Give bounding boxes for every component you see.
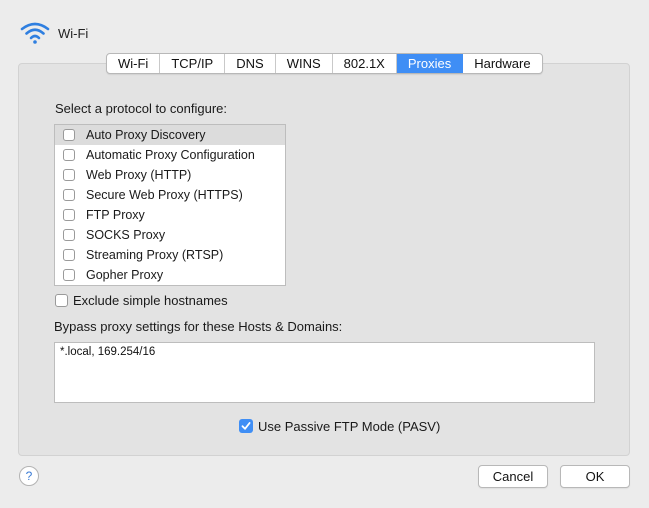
help-button[interactable]: ? xyxy=(19,466,39,486)
protocol-label: FTP Proxy xyxy=(86,208,145,222)
protocol-checkbox[interactable] xyxy=(63,229,75,241)
window-title: Wi-Fi xyxy=(58,25,89,41)
protocol-item-web-proxy[interactable]: Web Proxy (HTTP) xyxy=(55,165,285,185)
protocol-label: Auto Proxy Discovery xyxy=(86,128,206,142)
exclude-simple-hostnames-option[interactable]: Exclude simple hostnames xyxy=(55,292,228,308)
tab-wifi[interactable]: Wi-Fi xyxy=(107,54,161,73)
protocol-item-streaming-proxy[interactable]: Streaming Proxy (RTSP) xyxy=(55,245,285,265)
protocol-label: Streaming Proxy (RTSP) xyxy=(86,248,224,262)
exclude-simple-hostnames-checkbox[interactable] xyxy=(55,293,68,307)
protocol-checkbox[interactable] xyxy=(63,189,75,201)
protocol-label: Automatic Proxy Configuration xyxy=(86,148,255,162)
protocol-checkbox[interactable] xyxy=(63,209,75,221)
protocol-list: Auto Proxy Discovery Automatic Proxy Con… xyxy=(54,124,286,286)
protocol-checkbox[interactable] xyxy=(63,149,75,161)
protocol-item-socks-proxy[interactable]: SOCKS Proxy xyxy=(55,225,285,245)
checkmark-icon xyxy=(241,422,251,430)
tab-bar: Wi-Fi TCP/IP DNS WINS 802.1X Proxies Har… xyxy=(106,53,543,74)
passive-ftp-checkbox[interactable] xyxy=(239,419,253,433)
wifi-icon xyxy=(20,22,50,44)
tab-tcpip[interactable]: TCP/IP xyxy=(160,54,226,73)
passive-ftp-label: Use Passive FTP Mode (PASV) xyxy=(258,418,441,434)
protocol-item-gopher-proxy[interactable]: Gopher Proxy xyxy=(55,265,285,285)
protocol-heading: Select a protocol to configure: xyxy=(55,101,227,116)
protocol-item-auto-proxy-discovery[interactable]: Auto Proxy Discovery xyxy=(55,125,285,145)
tab-8021x[interactable]: 802.1X xyxy=(333,54,397,73)
cancel-button[interactable]: Cancel xyxy=(478,465,548,488)
bypass-hosts-textarea[interactable]: *.local, 169.254/16 xyxy=(54,342,595,403)
protocol-label: SOCKS Proxy xyxy=(86,228,166,242)
tab-proxies[interactable]: Proxies xyxy=(396,54,464,73)
protocol-item-ftp-proxy[interactable]: FTP Proxy xyxy=(55,205,285,225)
tab-hardware[interactable]: Hardware xyxy=(463,54,541,73)
protocol-checkbox[interactable] xyxy=(63,249,75,261)
protocol-checkbox[interactable] xyxy=(63,169,75,181)
protocol-label: Gopher Proxy xyxy=(86,268,164,282)
protocol-checkbox[interactable] xyxy=(63,129,75,141)
tab-dns[interactable]: DNS xyxy=(225,54,276,73)
ok-button[interactable]: OK xyxy=(560,465,630,488)
protocol-checkbox[interactable] xyxy=(63,269,75,281)
tab-wins[interactable]: WINS xyxy=(276,54,333,73)
exclude-simple-hostnames-label: Exclude simple hostnames xyxy=(73,292,228,308)
window-header: Wi-Fi xyxy=(20,20,88,46)
protocol-item-secure-web-proxy[interactable]: Secure Web Proxy (HTTPS) xyxy=(55,185,285,205)
protocol-label: Secure Web Proxy (HTTPS) xyxy=(86,188,243,202)
protocol-item-auto-proxy-config[interactable]: Automatic Proxy Configuration xyxy=(55,145,285,165)
protocol-label: Web Proxy (HTTP) xyxy=(86,168,192,182)
passive-ftp-option[interactable]: Use Passive FTP Mode (PASV) xyxy=(239,418,440,434)
bypass-heading: Bypass proxy settings for these Hosts & … xyxy=(54,319,343,334)
